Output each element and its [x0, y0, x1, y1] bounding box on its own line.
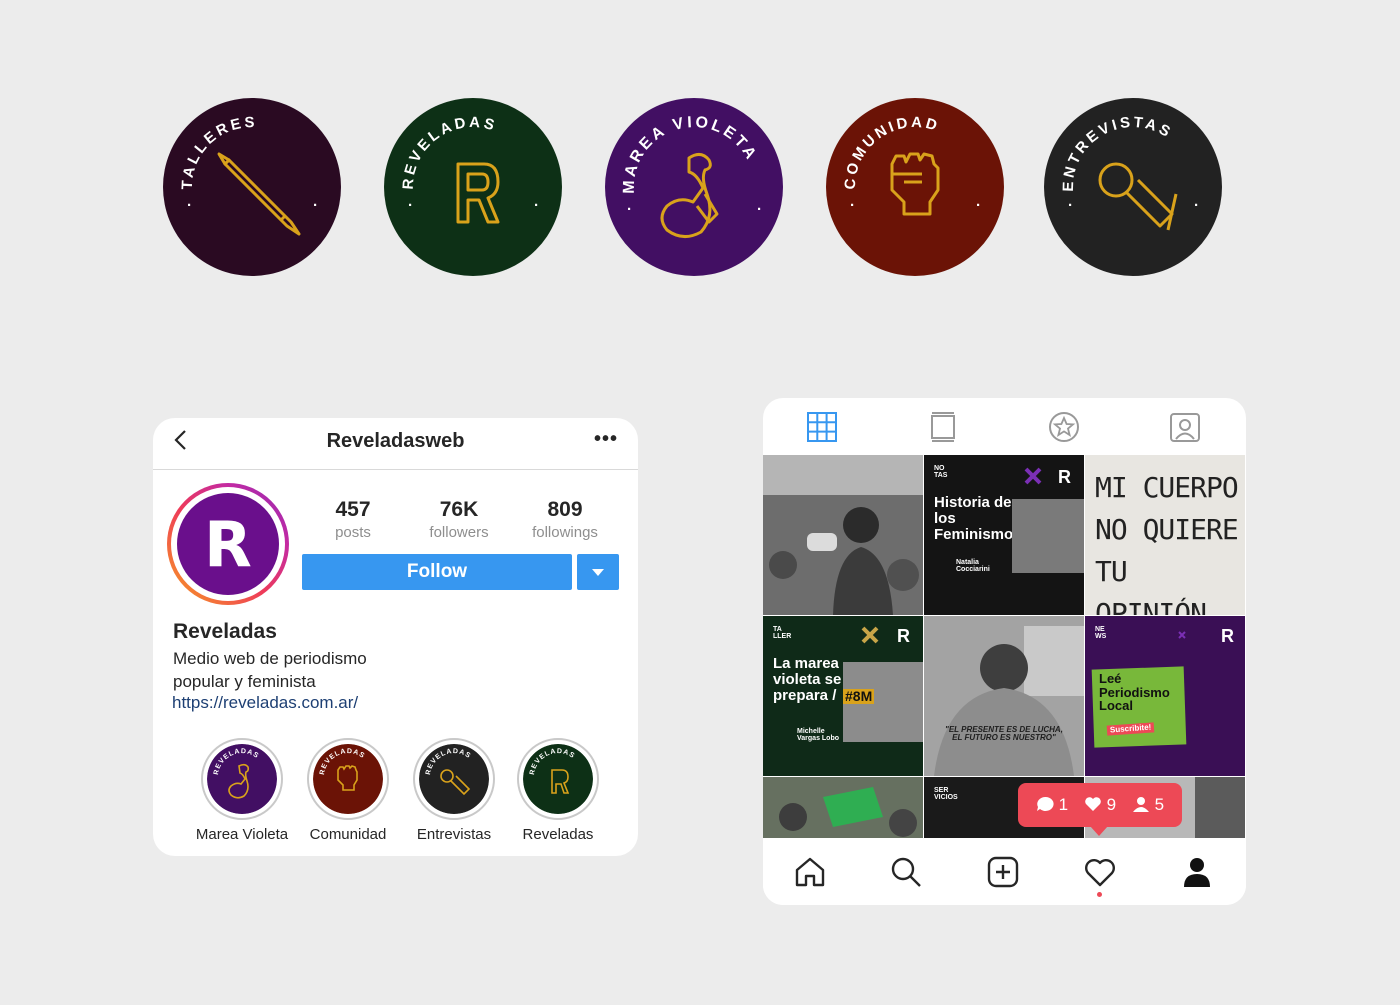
feed-tab-bar	[763, 398, 1246, 455]
svg-text:·: ·	[627, 201, 635, 218]
feed-card: NO TAS R Historia de los Feminismos Nata…	[763, 398, 1246, 905]
svg-text:·: ·	[976, 197, 984, 214]
highlight-entrevistas[interactable]: REVELADAS Entrevistas	[399, 738, 509, 843]
post-title: Leé Periodismo Local	[1099, 671, 1170, 714]
highlight-badge-entrevistas: ENTREVISTAS · ·	[1044, 98, 1222, 276]
svg-text:·: ·	[534, 197, 542, 214]
x-r-mark-icon: R	[1178, 626, 1234, 646]
post-author: Michelle Vargas Lobo	[797, 728, 840, 743]
post-tag: TA LLER	[773, 626, 792, 641]
highlight-label: Comunidad	[309, 826, 387, 843]
stat-followers[interactable]: 76K followers	[409, 498, 509, 541]
profile-icon[interactable]	[1180, 855, 1214, 889]
profile-name: Reveladas	[173, 620, 277, 643]
post-periodismo-local[interactable]: NE WS R Leé Periodismo Local Suscribite!	[1085, 616, 1245, 776]
highlight-label: Reveladas	[522, 826, 594, 843]
svg-text:·: ·	[1194, 197, 1202, 214]
post-marea-violeta[interactable]: TA LLER R La marea violeta se prepara / …	[763, 616, 923, 776]
x-r-mark-icon: R	[1024, 467, 1071, 487]
profile-link[interactable]: https://reveladas.com.ar/	[172, 693, 358, 713]
comment-bubble-icon	[1036, 796, 1054, 811]
avatar-letter: R	[204, 507, 252, 581]
bottom-nav	[763, 838, 1246, 905]
new-post-icon[interactable]	[986, 855, 1020, 889]
notif-follows: 5	[1132, 795, 1164, 815]
highlight-comunidad[interactable]: REVELADAS Comunidad	[293, 738, 403, 843]
heart-icon	[1085, 797, 1101, 811]
highlight-badge-talleres: TALLERES · ·	[163, 98, 341, 276]
profile-bio: Medio web de periodismo popular y femini…	[173, 649, 367, 691]
post-sign-text: MI CUERPO NO QUIERE TU OPINIÓN	[1095, 471, 1239, 615]
feed-icon[interactable]	[927, 411, 959, 443]
profile-username: Reveladasweb	[326, 430, 465, 452]
post-grid: NO TAS R Historia de los Feminismos Nata…	[763, 455, 1246, 838]
highlight-marea-violeta[interactable]: REVELADAS Marea Violeta	[187, 738, 297, 843]
stat-followers-label: followers	[429, 524, 489, 541]
svg-text:R: R	[1058, 467, 1071, 487]
stat-followings-value: 809	[547, 498, 583, 521]
follow-button[interactable]: Follow	[302, 554, 572, 590]
activity-dot	[1097, 892, 1102, 897]
svg-text:·: ·	[1068, 197, 1076, 214]
svg-text:·: ·	[408, 197, 416, 214]
post-mi-cuerpo[interactable]: MI CUERPO NO QUIERE TU OPINIÓN	[1085, 455, 1245, 615]
post-author: Natalia Cocciarini	[956, 559, 990, 574]
svg-text:·: ·	[187, 197, 195, 214]
stat-posts-value: 457	[335, 498, 371, 521]
highlight-badge-reveladas: REVELADAS · ·	[384, 98, 562, 276]
star-icon[interactable]	[1048, 411, 1080, 443]
stat-followers-value: 76K	[439, 498, 479, 521]
follow-dropdown-button[interactable]	[577, 554, 619, 590]
search-icon[interactable]	[889, 855, 923, 889]
activity-heart-icon[interactable]	[1083, 855, 1117, 889]
stat-posts[interactable]: 457 posts	[303, 498, 403, 541]
highlight-badge-comunidad: COMUNIDAD · ·	[826, 98, 1004, 276]
highlight-label: Entrevistas	[416, 826, 492, 843]
post-presente-lucha[interactable]: "EL PRESENTE ES DE LUCHA, EL FUTURO ES N…	[924, 616, 1084, 776]
svg-text:·: ·	[313, 197, 321, 214]
activity-notification-bubble[interactable]: 1 9 5	[1018, 783, 1182, 836]
profile-card: Reveladasweb ••• R 457 posts 76K followe…	[153, 418, 638, 856]
svg-text:R: R	[1221, 626, 1234, 646]
post-green-scarves[interactable]	[763, 777, 923, 838]
post-tag: NE WS	[1095, 626, 1107, 641]
profile-header: Reveladasweb •••	[153, 418, 638, 470]
post-tag: SER VICIOS	[934, 787, 958, 802]
post-shirt-text: "EL PRESENTE ES DE LUCHA, EL FUTURO ES N…	[945, 725, 1063, 743]
avatar: R	[177, 493, 279, 595]
notif-comments: 1	[1036, 795, 1068, 815]
stat-followings-label: followings	[532, 524, 598, 541]
x-r-mark-icon: R	[861, 626, 910, 646]
more-options-icon[interactable]: •••	[594, 428, 618, 451]
svg-text:R: R	[897, 626, 910, 646]
post-tag: NO TAS	[934, 465, 948, 480]
highlight-badge-marea-violeta: MAREA VIOLETA · ·	[605, 98, 783, 276]
stat-posts-label: posts	[335, 524, 371, 541]
svg-text:·: ·	[757, 201, 765, 218]
home-icon[interactable]	[793, 855, 827, 889]
post-hashtag: #8M	[843, 688, 875, 704]
notif-likes: 9	[1084, 795, 1116, 815]
highlight-label: Marea Violeta	[195, 826, 289, 843]
person-icon	[1132, 797, 1149, 812]
post-historia-feminismos[interactable]: NO TAS R Historia de los Feminismos Nata…	[924, 455, 1084, 615]
post-protest-photo[interactable]	[763, 455, 923, 615]
grid-icon[interactable]	[806, 411, 838, 443]
tagged-icon[interactable]	[1169, 411, 1201, 443]
highlight-reveladas[interactable]: REVELADAS Reveladas	[503, 738, 613, 843]
story-ring[interactable]: R	[167, 483, 289, 605]
stat-followings[interactable]: 809 followings	[515, 498, 615, 541]
svg-text:·: ·	[850, 197, 858, 214]
